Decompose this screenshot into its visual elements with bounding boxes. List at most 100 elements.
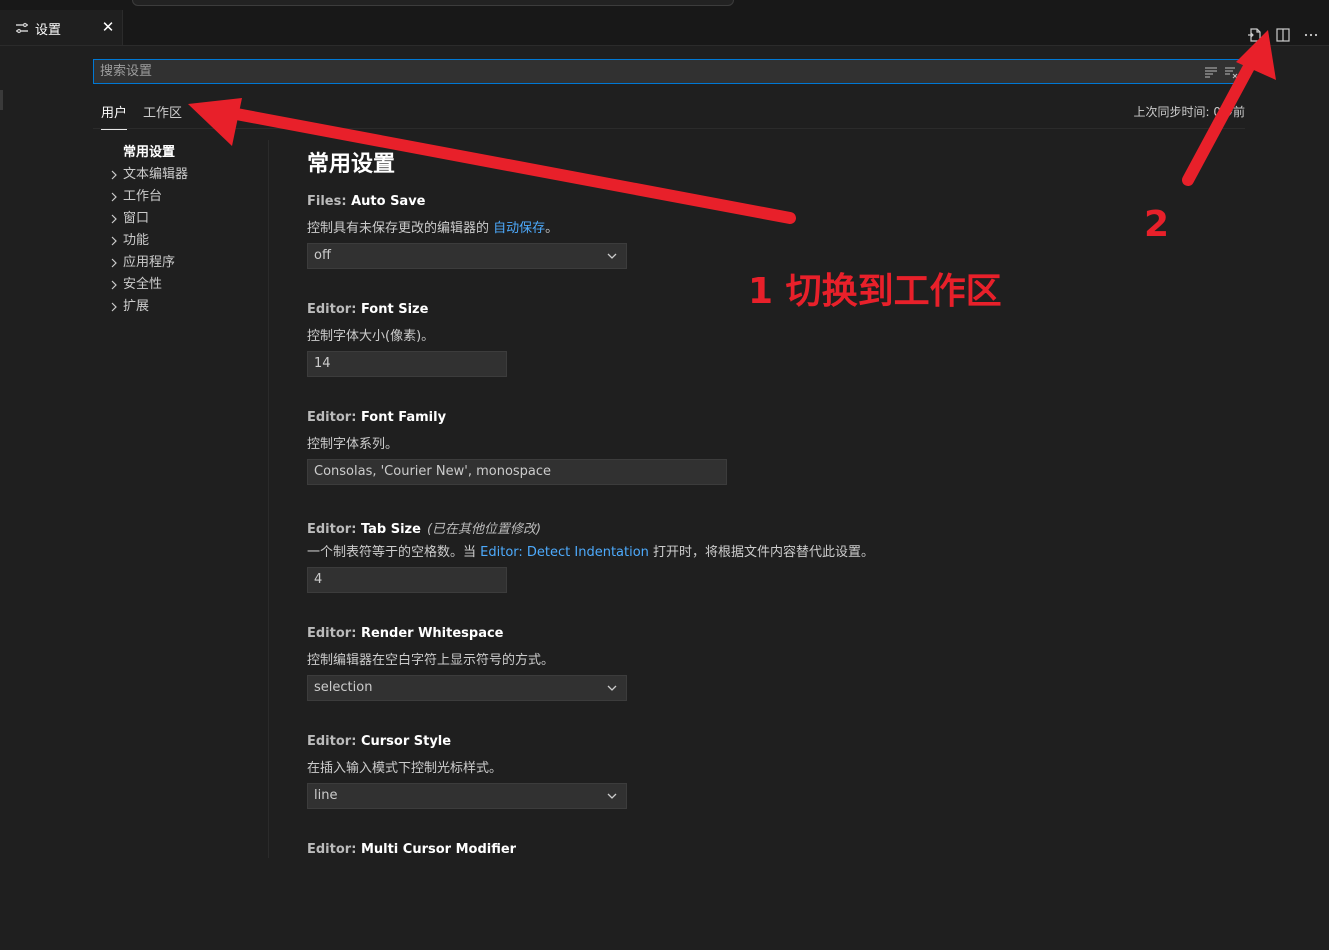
setting-category: Editor: <box>307 522 361 537</box>
toc-item-extensions[interactable]: 扩展 <box>100 296 268 318</box>
chevron-right-icon <box>111 258 117 268</box>
setting-name: Cursor Style <box>360 734 452 749</box>
toc-divider <box>268 140 269 858</box>
select-value: off <box>314 248 331 263</box>
setting-description: 一个制表符等于的空格数。当 Editor: Detect Indentation… <box>307 541 1207 561</box>
toc-item-text-editor[interactable]: 文本编辑器 <box>100 164 268 186</box>
chevron-down-icon <box>607 685 617 691</box>
modified-elsewhere-indicator[interactable]: (已在其他位置修改) <box>427 522 541 537</box>
detect-indentation-link[interactable]: Editor: Detect Indentation <box>480 545 649 560</box>
chevron-right-icon <box>111 192 117 202</box>
split-editor-icon <box>1276 28 1290 42</box>
editor-actions <box>1247 27 1319 43</box>
desc-text: 。 <box>545 221 559 236</box>
search-input[interactable] <box>94 60 1206 83</box>
toc-item-window[interactable]: 窗口 <box>100 208 268 230</box>
font-size-input[interactable]: 14 <box>307 351 507 377</box>
setting-description: 控制字体大小(像素)。 <box>307 329 435 344</box>
auto-save-link[interactable]: 自动保存 <box>493 221 545 236</box>
toc-item-common[interactable]: 常用设置 <box>100 142 268 164</box>
setting-title: Files: Auto Save <box>307 194 1207 214</box>
settings-sliders-icon <box>16 22 28 34</box>
open-json-file-icon <box>1248 28 1261 42</box>
chevron-right-icon <box>111 170 117 180</box>
toc-item-label: 安全性 <box>123 277 163 292</box>
auto-save-select[interactable]: off <box>307 243 627 269</box>
setting-name: Font Size <box>360 302 429 317</box>
chevron-down-icon <box>607 793 617 799</box>
select-value: line <box>314 788 338 803</box>
cursor-style-select[interactable]: line <box>307 783 627 809</box>
setting-title: Editor: Multi Cursor Modifier <box>307 842 1207 862</box>
filter-icon[interactable] <box>1204 65 1218 79</box>
toc-item-label: 窗口 <box>123 211 150 226</box>
setting-tab-size: Editor: Tab Size (已在其他位置修改) 一个制表符等于的空格数。当… <box>307 518 1207 626</box>
setting-title: Editor: Font Family <box>307 410 1207 430</box>
toc-item-label: 功能 <box>123 233 150 248</box>
ellipsis-icon <box>1304 33 1318 37</box>
setting-description: 在插入输入模式下控制光标样式。 <box>307 761 503 776</box>
annotation-step-1: 1 切换到工作区 <box>748 271 1002 312</box>
setting-title: Editor: Cursor Style <box>307 734 1207 754</box>
render-whitespace-select[interactable]: selection <box>307 675 627 701</box>
setting-description: 控制具有未保存更改的编辑器的 自动保存。 <box>307 217 1207 237</box>
chevron-down-icon <box>607 253 617 259</box>
more-actions-button[interactable] <box>1303 27 1319 43</box>
select-value: selection <box>314 680 373 695</box>
tab-settings[interactable]: 设置 ✕ <box>0 10 123 45</box>
toc-item-workbench[interactable]: 工作台 <box>100 186 268 208</box>
setting-category: Editor: <box>307 734 361 749</box>
settings-search <box>93 59 1245 84</box>
setting-title: Editor: Render Whitespace <box>307 626 1207 646</box>
setting-font-family: Editor: Font Family 控制字体系列。 Consolas, 'C… <box>307 410 1207 518</box>
chevron-right-icon <box>111 236 117 246</box>
clear-filter-icon[interactable] <box>1224 65 1238 79</box>
desc-text: 一个制表符等于的空格数。当 <box>307 545 481 560</box>
sync-status: 上次同步时间: 0秒前 <box>1133 105 1246 119</box>
setting-name: Auto Save <box>351 194 426 209</box>
chevron-right-icon <box>111 302 117 312</box>
setting-description: 控制编辑器在空白字符上显示符号的方式。 <box>307 653 555 668</box>
setting-name: Multi Cursor Modifier <box>360 842 517 857</box>
tab-size-input[interactable]: 4 <box>307 567 507 593</box>
activity-gutter <box>0 90 3 110</box>
setting-name: Tab Size <box>360 522 421 537</box>
toc-item-security[interactable]: 安全性 <box>100 274 268 296</box>
tab-close-icon[interactable]: ✕ <box>100 18 116 36</box>
tab-user[interactable]: 用户 <box>101 102 128 130</box>
settings-toc: 常用设置 文本编辑器 工作台 窗口 功能 应用程序 安全性 扩展 <box>100 142 268 318</box>
toc-item-label: 工作台 <box>123 189 163 204</box>
toc-item-label: 应用程序 <box>123 255 176 270</box>
setting-description: 控制字体系列。 <box>307 437 399 452</box>
tab-settings-label: 设置 <box>35 23 62 38</box>
setting-font-size: Editor: Font Size 控制字体大小(像素)。 14 <box>307 302 1207 410</box>
editor-tab-bar: 设置 ✕ <box>0 10 1329 46</box>
font-family-input[interactable]: Consolas, 'Courier New', monospace <box>307 459 727 485</box>
annotation-step-2: 2 <box>1144 204 1170 245</box>
desc-text: 控制具有未保存更改的编辑器的 <box>307 221 494 236</box>
chevron-right-icon <box>111 214 117 224</box>
setting-name: Render Whitespace <box>360 626 504 641</box>
toc-item-label: 常用设置 <box>123 145 176 160</box>
setting-multi-cursor-modifier: Editor: Multi Cursor Modifier <box>307 842 1207 950</box>
settings-scope-tabs: 用户 工作区 上次同步时间: 0秒前 <box>93 96 1246 130</box>
command-center[interactable] <box>132 0 734 6</box>
open-settings-json-button[interactable] <box>1247 27 1263 43</box>
setting-category: Files: <box>307 194 352 209</box>
setting-category: Editor: <box>307 842 361 857</box>
setting-title: Editor: Tab Size (已在其他位置修改) <box>307 518 1207 538</box>
setting-category: Editor: <box>307 302 361 317</box>
toc-item-features[interactable]: 功能 <box>100 230 268 252</box>
split-editor-button[interactable] <box>1275 27 1291 43</box>
setting-render-whitespace: Editor: Render Whitespace 控制编辑器在空白字符上显示符… <box>307 626 1207 734</box>
toc-item-application[interactable]: 应用程序 <box>100 252 268 274</box>
toc-item-label: 扩展 <box>123 299 150 314</box>
setting-category: Editor: <box>307 626 361 641</box>
setting-category: Editor: <box>307 410 361 425</box>
setting-cursor-style: Editor: Cursor Style 在插入输入模式下控制光标样式。 lin… <box>307 734 1207 842</box>
tab-workspace[interactable]: 工作区 <box>143 102 182 129</box>
section-title: 常用设置 <box>307 152 396 177</box>
chevron-right-icon <box>111 280 117 290</box>
toc-item-label: 文本编辑器 <box>123 167 189 182</box>
desc-text: 打开时，将根据文件内容替代此设置。 <box>648 545 875 560</box>
